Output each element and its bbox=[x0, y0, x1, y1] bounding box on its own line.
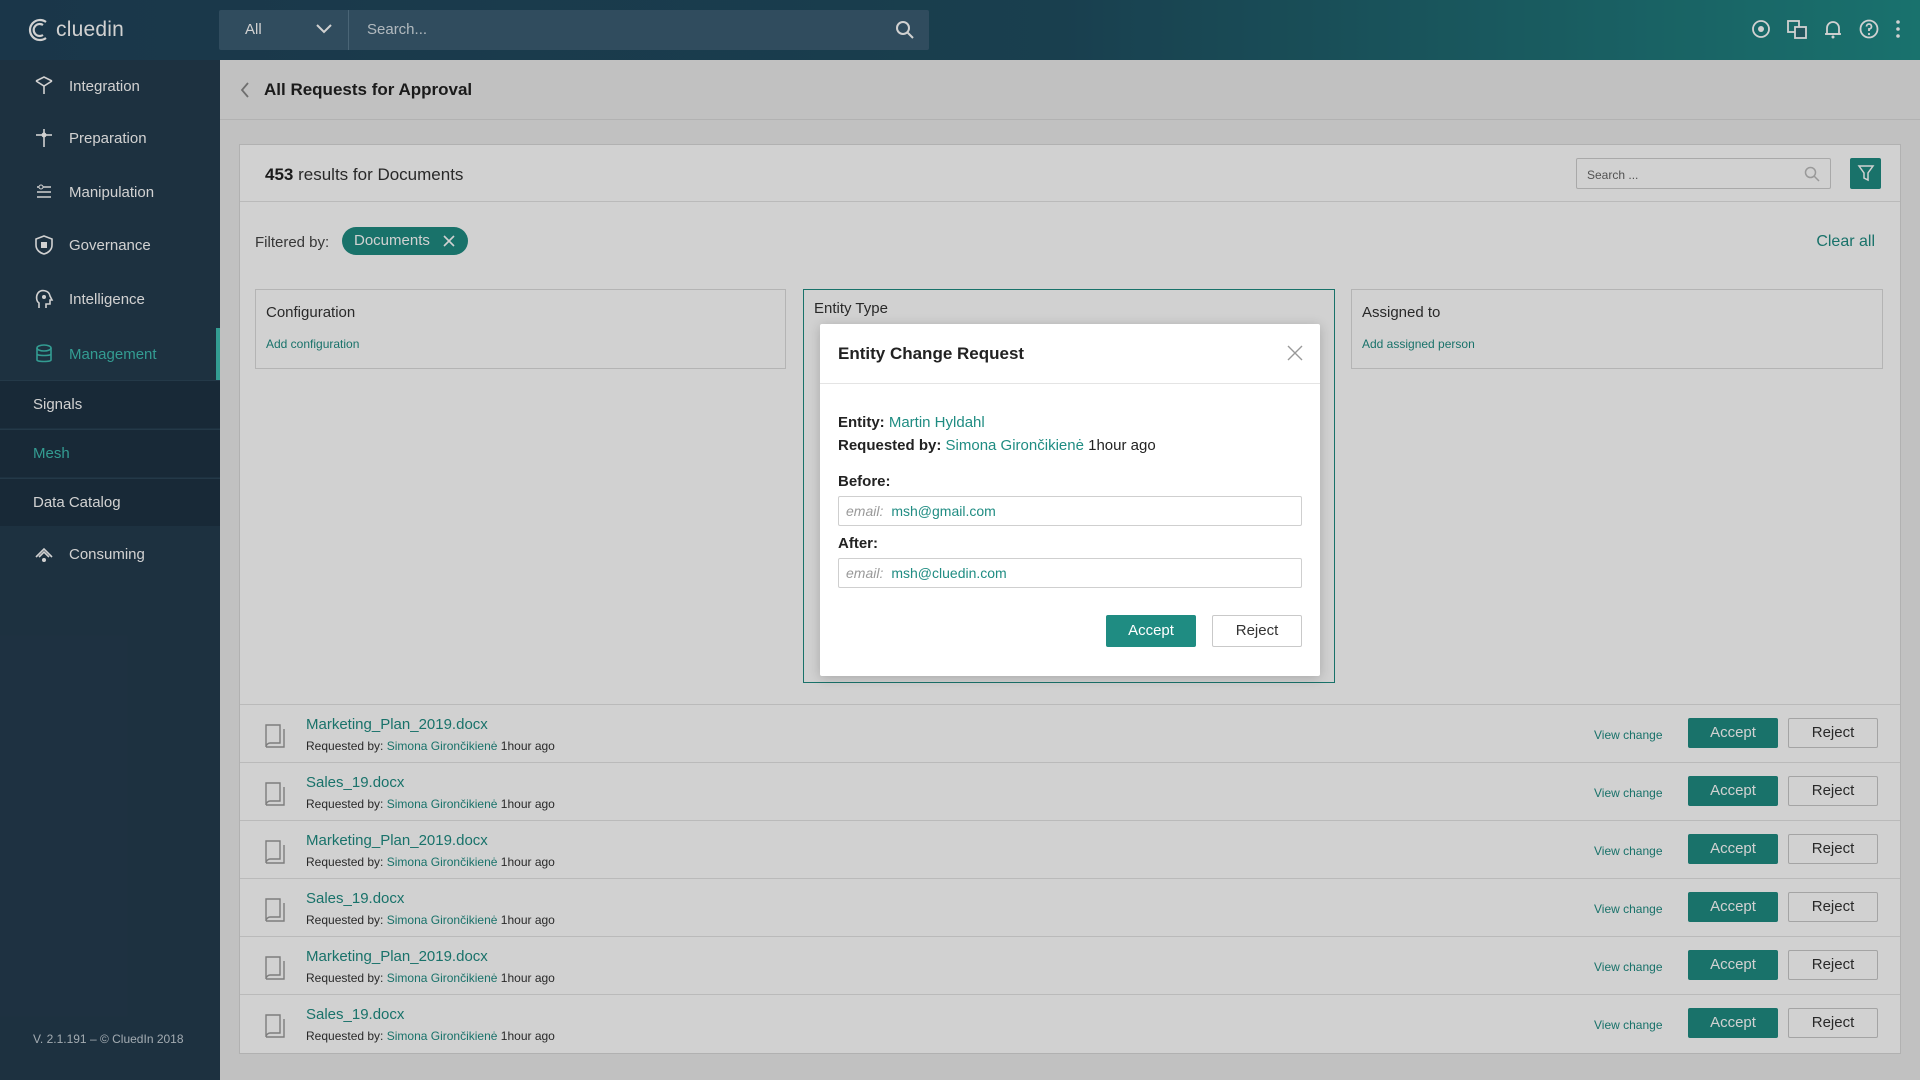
after-field-value: msh@cluedin.com bbox=[891, 565, 1007, 581]
dialog-accept-button[interactable]: Accept bbox=[1106, 615, 1196, 647]
requested-by-label: Requested by: bbox=[838, 437, 942, 454]
dialog-reject-button[interactable]: Reject bbox=[1212, 615, 1302, 647]
after-label: After: bbox=[838, 535, 878, 552]
entity-label: Entity: bbox=[838, 414, 885, 431]
entity-link[interactable]: Martin Hyldahl bbox=[889, 414, 985, 431]
after-label-text: After: bbox=[838, 535, 878, 552]
close-icon[interactable] bbox=[1286, 344, 1304, 362]
before-field-value: msh@gmail.com bbox=[891, 503, 996, 519]
before-label-text: Before: bbox=[838, 473, 891, 490]
entity-line: Entity: Martin Hyldahl bbox=[838, 414, 985, 431]
entity-change-request-dialog: Entity Change Request Entity: Martin Hyl… bbox=[820, 324, 1320, 676]
before-field-label: email: bbox=[846, 503, 884, 519]
after-field-label: email: bbox=[846, 565, 884, 581]
dialog-header: Entity Change Request bbox=[820, 324, 1320, 384]
before-value-field: email: msh@gmail.com bbox=[838, 496, 1302, 526]
before-label: Before: bbox=[838, 473, 891, 490]
dialog-title: Entity Change Request bbox=[838, 344, 1025, 363]
requested-by-line: Requested by: Simona Girončikienė 1hour … bbox=[838, 437, 1156, 454]
after-value-field: email: msh@cluedin.com bbox=[838, 558, 1302, 588]
requested-time: 1hour ago bbox=[1088, 437, 1156, 454]
requester-link[interactable]: Simona Girončikienė bbox=[946, 437, 1084, 454]
